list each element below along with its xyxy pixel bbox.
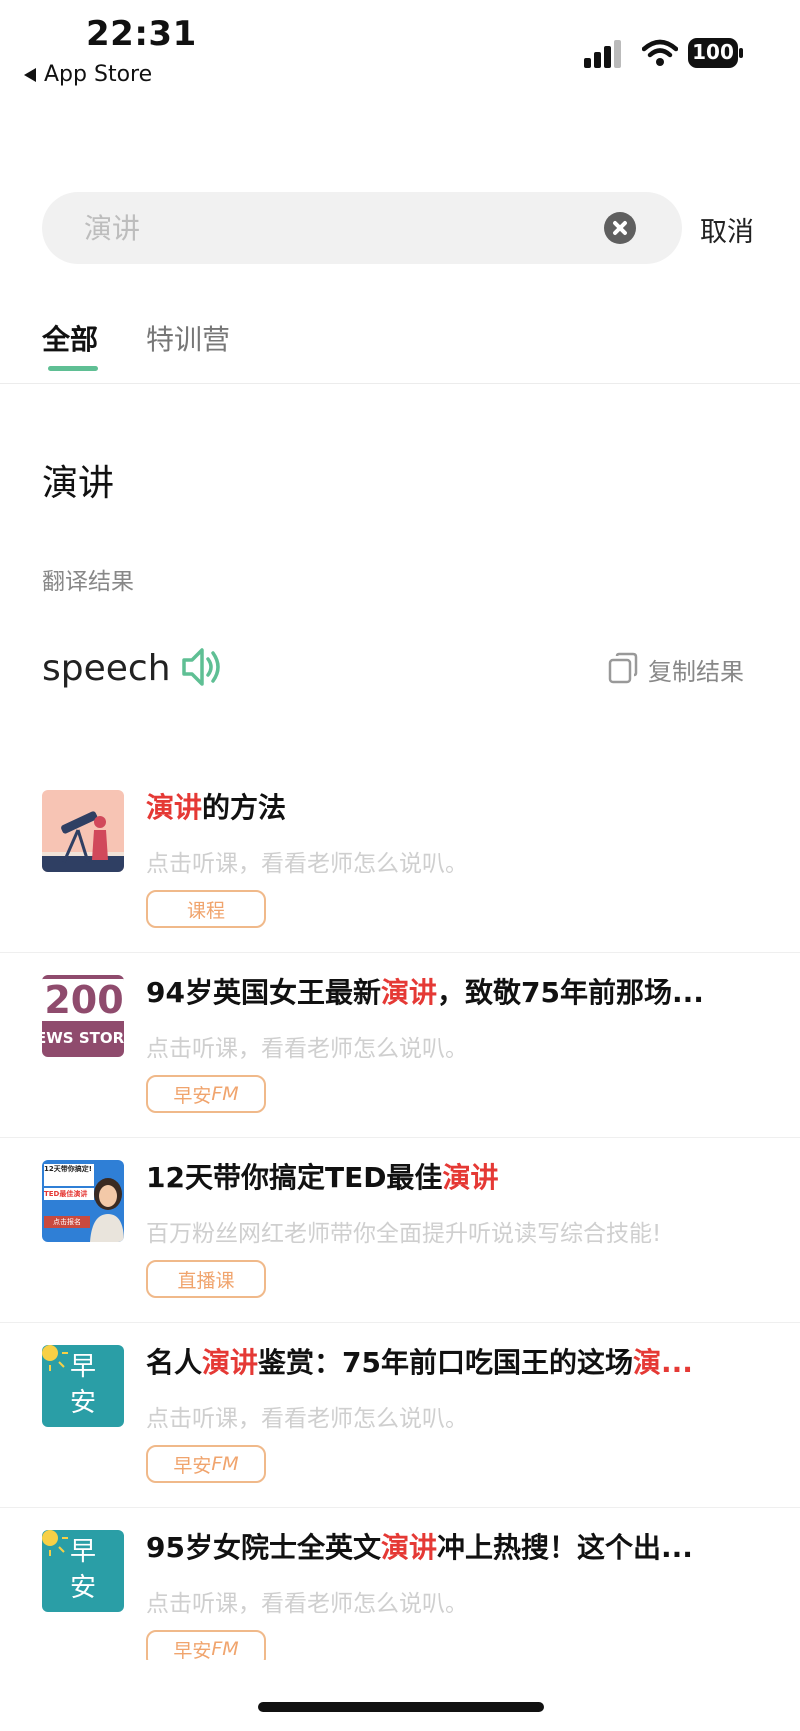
translation-label: 翻译结果: [42, 569, 134, 595]
result-subtitle: 点击听课，看看老师怎么说叭。: [146, 851, 468, 877]
tabs-divider: [0, 383, 800, 384]
result-tag: 早安 FM: [146, 1075, 266, 1113]
copy-result-button[interactable]: 复制结果: [648, 652, 744, 687]
thumbnail-number: 200: [42, 979, 124, 1021]
zaoan-fm-thumbnail: 早 安: [42, 1530, 124, 1612]
cellular-signal-icon: [584, 40, 621, 68]
result-title: 名人演讲鉴赏：75年前口吃国王的这场演...: [146, 1346, 693, 1379]
clear-search-icon[interactable]: [604, 212, 636, 244]
thumbnail-char: 安: [69, 1388, 96, 1418]
search-bar: [42, 192, 682, 264]
query-word: 演讲: [42, 463, 115, 504]
thumbnail-text: 12天带你搞定!: [44, 1164, 94, 1186]
speaker-icon[interactable]: [178, 644, 224, 690]
thumbnail-char: 早: [69, 1537, 96, 1567]
zaoan-fm-thumbnail: 早 安: [42, 1345, 124, 1427]
result-title: 演讲的方法: [146, 791, 287, 824]
list-divider: [0, 1137, 800, 1138]
thumbnail-text: TED最佳演讲: [44, 1188, 94, 1200]
list-divider: [0, 1322, 800, 1323]
copy-icon[interactable]: [608, 652, 638, 684]
list-item[interactable]: 早 安 95岁女院士全英文演讲冲上热搜！这个出... 点击听课，看看老师怎么说叭…: [0, 1530, 800, 1660]
back-arrow-icon: [24, 67, 36, 82]
live-course-thumbnail: 12天带你搞定! TED最佳演讲 点击报名: [42, 1160, 124, 1242]
wifi-icon: [642, 39, 678, 66]
list-item[interactable]: 演讲的方法 点击听课，看看老师怎么说叭。 课程: [0, 790, 800, 975]
course-thumbnail: [42, 790, 124, 872]
home-indicator[interactable]: [258, 1702, 544, 1712]
result-tag: 直播课: [146, 1260, 266, 1298]
thumbnail-char: 早: [69, 1352, 96, 1382]
news-thumbnail: 200 EWS STORIE: [42, 975, 124, 1057]
list-item[interactable]: 12天带你搞定! TED最佳演讲 点击报名 12天带你搞定TED最佳演讲 百万粉…: [0, 1160, 800, 1345]
result-tag: 早安 FM: [146, 1630, 266, 1660]
result-title: 94岁英国女王最新演讲，致敬75年前那场...: [146, 976, 704, 1009]
tab-all[interactable]: 全部: [42, 318, 98, 358]
result-subtitle: 点击听课，看看老师怎么说叭。: [146, 1406, 468, 1432]
result-title: 95岁女院士全英文演讲冲上热搜！这个出...: [146, 1531, 693, 1564]
list-divider: [0, 1507, 800, 1508]
list-item[interactable]: 早 安 名人演讲鉴赏：75年前口吃国王的这场演... 点击听课，看看老师怎么说叭…: [0, 1345, 800, 1530]
back-to-app-store[interactable]: App Store: [24, 62, 152, 87]
result-tag: 课程: [146, 890, 266, 928]
active-tab-indicator: [48, 366, 98, 371]
list-item[interactable]: 200 EWS STORIE 94岁英国女王最新演讲，致敬75年前那场... 点…: [0, 975, 800, 1160]
thumbnail-caption: EWS STORIE: [42, 1029, 124, 1047]
result-tag: 早安 FM: [146, 1445, 266, 1483]
search-input[interactable]: [84, 192, 584, 264]
result-subtitle: 百万粉丝网红老师带你全面提升听说读写综合技能!: [146, 1221, 662, 1247]
thumbnail-text: 点击报名: [44, 1216, 90, 1228]
thumbnail-char: 安: [69, 1573, 96, 1603]
battery-level: 100: [692, 40, 734, 64]
presenter-illustration: [90, 1178, 124, 1242]
result-subtitle: 点击听课，看看老师怎么说叭。: [146, 1036, 468, 1062]
status-time: 22:31: [86, 14, 197, 54]
battery-indicator: 100: [688, 38, 744, 68]
back-app-label: App Store: [44, 62, 153, 87]
result-subtitle: 点击听课，看看老师怎么说叭。: [146, 1591, 468, 1617]
tab-training-camp[interactable]: 特训营: [146, 318, 230, 358]
translation-text: speech: [42, 648, 171, 689]
cancel-button[interactable]: 取消: [700, 210, 754, 249]
list-divider: [0, 952, 800, 953]
result-title: 12天带你搞定TED最佳演讲: [146, 1161, 499, 1194]
